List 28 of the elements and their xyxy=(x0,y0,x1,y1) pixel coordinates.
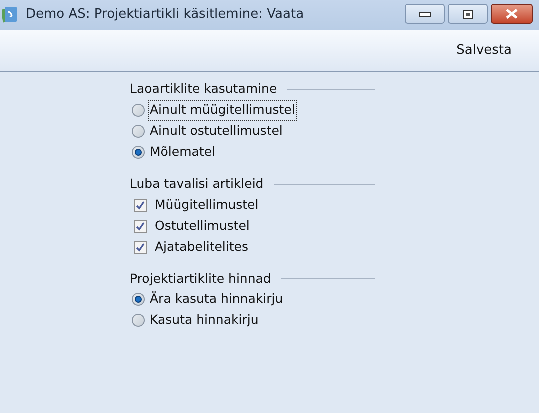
checkbox[interactable] xyxy=(134,198,147,212)
checkbox[interactable] xyxy=(134,240,147,254)
option-label: Ostutellimustel xyxy=(154,216,251,235)
option-label: Ajatabelitelites xyxy=(154,238,250,256)
option-label: Müügitellimustel xyxy=(154,196,260,214)
radio-button[interactable] xyxy=(132,293,145,306)
save-button[interactable]: Salvesta xyxy=(454,40,514,60)
group-heading: Laoartiklite kasutamine xyxy=(130,80,278,98)
option-label: Ainult ostutellimustel xyxy=(149,122,284,140)
checkbox[interactable] xyxy=(134,220,147,232)
maximize-icon xyxy=(463,10,473,18)
option-label: Mõlematel xyxy=(149,142,216,161)
option-label: Ainult müügitellimustel xyxy=(148,100,298,121)
app-icon xyxy=(2,6,18,24)
window-title: Demo AS: Projektiartikli käsitlemine: Vaata xyxy=(26,6,304,24)
radio-button[interactable] xyxy=(132,104,145,117)
minimize-icon xyxy=(419,12,431,16)
radio-button[interactable] xyxy=(132,124,145,138)
radio-button[interactable] xyxy=(132,314,145,328)
radio-button[interactable] xyxy=(132,146,145,159)
close-button[interactable] xyxy=(491,4,533,24)
maximize-button[interactable] xyxy=(448,4,488,24)
option-label: Ära kasuta hinnakirju xyxy=(149,290,284,308)
option-label: Kasuta hinnakirju xyxy=(149,311,260,330)
close-icon xyxy=(506,9,518,19)
minimize-button[interactable] xyxy=(405,4,445,24)
group-heading: Luba tavalisi artikleid xyxy=(130,174,264,193)
group-heading: Projektiartiklite hinnad xyxy=(130,270,272,288)
